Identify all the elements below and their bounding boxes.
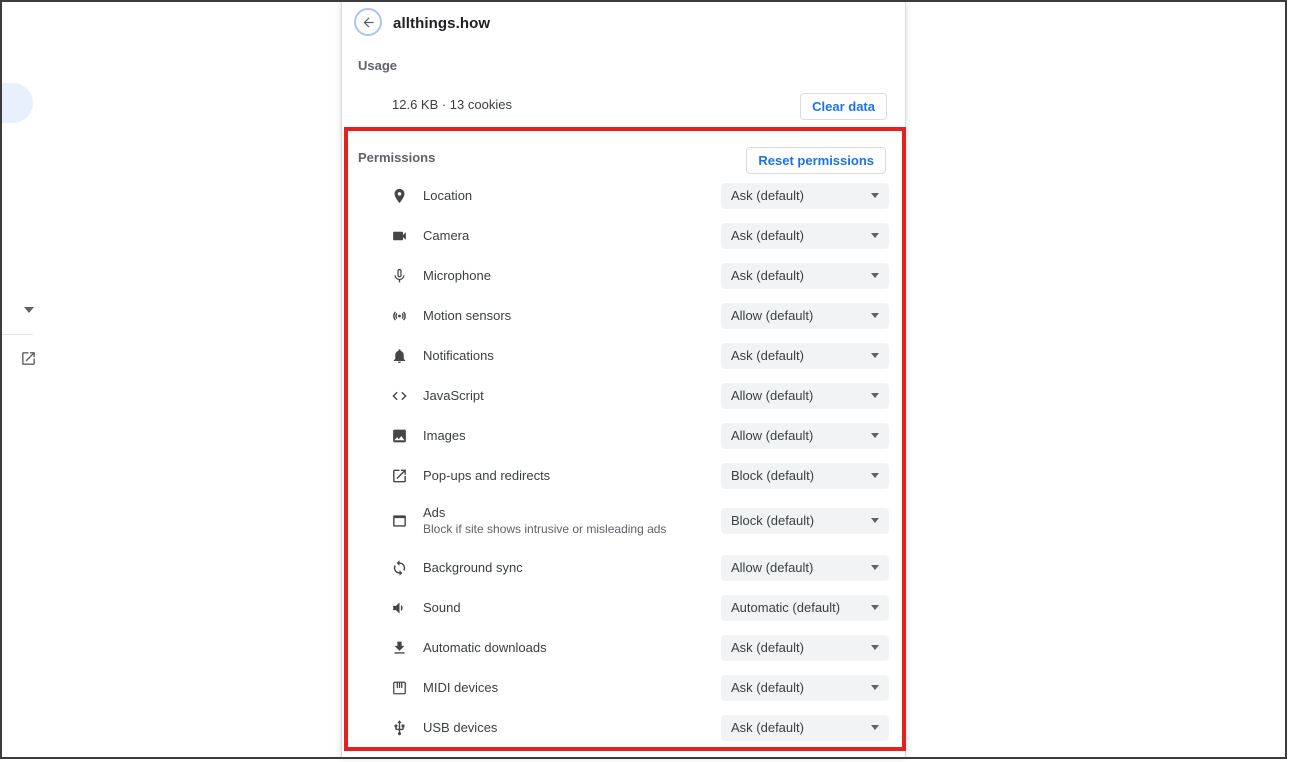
- notifications-icon: [391, 348, 408, 365]
- permission-sublabel: Block if site shows intrusive or mislead…: [423, 522, 666, 537]
- dropdown-selected-value: Ask (default): [731, 348, 804, 363]
- dropdown-caret-icon: [871, 233, 879, 238]
- permission-label: Location: [423, 188, 472, 204]
- permission-row-notifications: Notifications Ask (default): [342, 336, 907, 376]
- motion-sensors-icon: [391, 308, 408, 325]
- permission-label: Camera: [423, 228, 469, 244]
- automatic-downloads-icon: [391, 640, 408, 657]
- permission-row-ads: Ads Block if site shows intrusive or mis…: [342, 495, 907, 547]
- automatic-downloads-dropdown[interactable]: Ask (default): [721, 635, 889, 661]
- usb-devices-icon: [391, 720, 408, 737]
- page-title: allthings.how: [393, 15, 490, 32]
- ads-dropdown[interactable]: Block (default): [721, 508, 889, 534]
- dropdown-selected-value: Allow (default): [731, 560, 813, 575]
- dropdown-selected-value: Ask (default): [731, 640, 804, 655]
- permission-label: Images: [423, 428, 466, 444]
- dropdown-selected-value: Allow (default): [731, 388, 813, 403]
- images-dropdown[interactable]: Allow (default): [721, 423, 889, 449]
- back-arrow-icon: [361, 15, 376, 30]
- ads-icon: [391, 513, 408, 530]
- permission-row-javascript: JavaScript Allow (default): [342, 376, 907, 416]
- dropdown-caret-icon: [871, 393, 879, 398]
- dropdown-caret-icon: [871, 193, 879, 198]
- dropdown-selected-value: Ask (default): [731, 720, 804, 735]
- permission-row-motion-sensors: Motion sensors Allow (default): [342, 296, 907, 336]
- open-in-new-icon[interactable]: [20, 350, 37, 367]
- clear-data-button[interactable]: Clear data: [800, 93, 887, 120]
- permission-row-usb-devices: USB devices Ask (default): [342, 708, 907, 748]
- dropdown-caret-icon: [871, 685, 879, 690]
- dropdown-caret-icon: [871, 725, 879, 730]
- dropdown-caret-icon: [871, 518, 879, 523]
- dropdown-selected-value: Ask (default): [731, 268, 804, 283]
- javascript-dropdown[interactable]: Allow (default): [721, 383, 889, 409]
- usage-section-label: Usage: [358, 58, 397, 73]
- dropdown-caret-icon: [871, 313, 879, 318]
- permission-label: Background sync: [423, 560, 523, 576]
- dropdown-selected-value: Allow (default): [731, 308, 813, 323]
- permission-row-microphone: Microphone Ask (default): [342, 256, 907, 296]
- notifications-dropdown[interactable]: Ask (default): [721, 343, 889, 369]
- microphone-icon: [391, 268, 408, 285]
- permission-label: Microphone: [423, 268, 491, 284]
- permission-label: Automatic downloads: [423, 640, 547, 656]
- dropdown-selected-value: Automatic (default): [731, 600, 840, 615]
- images-icon: [391, 428, 408, 445]
- popups-dropdown[interactable]: Block (default): [721, 463, 889, 489]
- permission-label: Ads: [423, 505, 666, 521]
- location-icon: [391, 188, 408, 205]
- dropdown-caret-icon: [871, 353, 879, 358]
- dropdown-selected-value: Block (default): [731, 513, 814, 528]
- permission-label: Motion sensors: [423, 308, 511, 324]
- usage-summary: 12.6 KB · 13 cookies: [392, 97, 512, 112]
- permission-label: Pop-ups and redirects: [423, 468, 550, 484]
- sound-icon: [391, 600, 408, 617]
- dropdown-caret-icon: [871, 473, 879, 478]
- permission-row-location: Location Ask (default): [342, 176, 907, 216]
- sidebar-divider: [2, 334, 33, 335]
- dropdown-caret-icon: [871, 605, 879, 610]
- javascript-icon: [391, 388, 408, 405]
- permission-row-sound: Sound Automatic (default): [342, 588, 907, 628]
- dropdown-selected-value: Block (default): [731, 468, 814, 483]
- back-button[interactable]: [354, 8, 382, 36]
- reset-permissions-button[interactable]: Reset permissions: [746, 147, 886, 174]
- dropdown-selected-value: Ask (default): [731, 188, 804, 203]
- dropdown-caret-icon: [871, 645, 879, 650]
- background-sync-icon: [391, 560, 408, 577]
- dropdown-caret-icon: [871, 433, 879, 438]
- midi-devices-dropdown[interactable]: Ask (default): [721, 675, 889, 701]
- dropdown-caret-icon: [871, 565, 879, 570]
- location-dropdown[interactable]: Ask (default): [721, 183, 889, 209]
- permission-row-popups: Pop-ups and redirects Block (default): [342, 456, 907, 496]
- background-sync-dropdown[interactable]: Allow (default): [721, 555, 889, 581]
- camera-dropdown[interactable]: Ask (default): [721, 223, 889, 249]
- permission-row-camera: Camera Ask (default): [342, 216, 907, 256]
- microphone-dropdown[interactable]: Ask (default): [721, 263, 889, 289]
- popups-icon: [391, 468, 408, 485]
- permission-row-midi-devices: MIDI devices Ask (default): [342, 668, 907, 708]
- permission-row-background-sync: Background sync Allow (default): [342, 548, 907, 588]
- chevron-down-icon[interactable]: [24, 307, 34, 313]
- sound-dropdown[interactable]: Automatic (default): [721, 595, 889, 621]
- sidebar-selected-item-highlight[interactable]: [2, 83, 33, 123]
- permission-label: USB devices: [423, 720, 497, 736]
- permissions-section-label: Permissions: [358, 150, 435, 165]
- midi-devices-icon: [391, 680, 408, 697]
- permission-row-automatic-downloads: Automatic downloads Ask (default): [342, 628, 907, 668]
- permission-label: Notifications: [423, 348, 494, 364]
- permission-label: MIDI devices: [423, 680, 498, 696]
- permission-label: JavaScript: [423, 388, 484, 404]
- permission-label: Sound: [423, 600, 461, 616]
- dropdown-selected-value: Ask (default): [731, 680, 804, 695]
- dropdown-selected-value: Ask (default): [731, 228, 804, 243]
- site-settings-panel: allthings.how Usage 12.6 KB · 13 cookies…: [341, 2, 906, 757]
- dropdown-caret-icon: [871, 273, 879, 278]
- camera-icon: [391, 228, 408, 245]
- usb-devices-dropdown[interactable]: Ask (default): [721, 715, 889, 741]
- permission-row-images: Images Allow (default): [342, 416, 907, 456]
- dropdown-selected-value: Allow (default): [731, 428, 813, 443]
- motion-sensors-dropdown[interactable]: Allow (default): [721, 303, 889, 329]
